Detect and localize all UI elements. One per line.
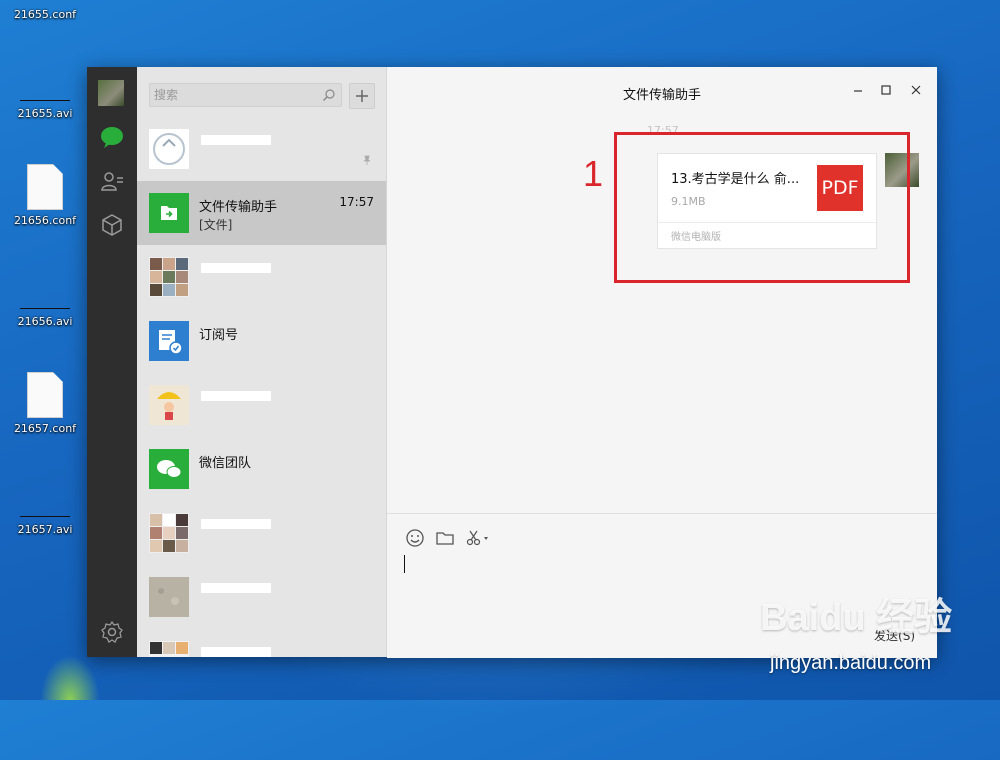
desktop-file-21655-avi[interactable]: 21655.avi [10, 100, 80, 120]
chat-name [199, 516, 271, 531]
chat-item[interactable] [137, 373, 386, 437]
chat-name [199, 132, 271, 147]
chat-avatar [149, 129, 189, 169]
nav-bar [87, 67, 137, 657]
settings-icon[interactable] [100, 620, 124, 644]
video-thumbnail-line [20, 516, 70, 517]
obscured-text [201, 390, 271, 401]
file-icon [27, 164, 63, 210]
chat-item[interactable] [137, 501, 386, 565]
chat-time: 17:57 [339, 195, 374, 209]
chat-icon[interactable] [100, 125, 124, 149]
chat-list-panel: 文件传输助手 [文件] 17:57 订阅号 [137, 67, 387, 657]
chat-last-message: [文件] [199, 218, 233, 232]
chat-name [199, 260, 271, 275]
chat-name [199, 580, 271, 595]
add-chat-button[interactable] [349, 83, 375, 109]
chat-name [199, 644, 271, 657]
avatar[interactable] [98, 80, 124, 106]
chat-item-subscriptions[interactable]: 订阅号 [137, 309, 386, 373]
search-input[interactable] [154, 86, 314, 104]
chat-item-file-transfer[interactable]: 文件传输助手 [文件] 17:57 [137, 181, 386, 245]
desktop-file-21656-avi[interactable]: 21656.avi [10, 308, 80, 328]
annotation-highlight-box [614, 132, 910, 283]
watermark-url: jingyan.baidu.com [770, 652, 932, 674]
desktop-wallpaper-leaf [40, 655, 100, 700]
wechat-window: 文件传输助手 [文件] 17:57 订阅号 [87, 67, 937, 658]
minimize-icon[interactable] [852, 84, 864, 96]
folder-icon[interactable] [435, 528, 455, 548]
emoji-icon[interactable] [405, 528, 425, 548]
wechat-team-avatar-icon [149, 449, 189, 489]
stone-avatar [149, 577, 189, 617]
search-icon[interactable] [322, 88, 336, 102]
obscured-text [201, 134, 271, 145]
conversation-panel: 文件传输助手 17:57 13.考古学是什么 俞... 9.1MB PDF 微信… [387, 67, 937, 658]
plus-icon [356, 90, 368, 102]
desktop-file-21657-avi[interactable]: 21657.avi [10, 516, 80, 536]
desktop-file-label: 21655.avi [17, 107, 73, 120]
watermark-logo: Baidu 经验 [760, 597, 953, 639]
pin-icon [363, 155, 371, 165]
text-caret [404, 555, 405, 573]
desktop-file-21655-conf[interactable]: 21655.conf [10, 8, 80, 21]
chat-item-wechat-team[interactable]: 微信团队 [137, 437, 386, 501]
desktop-file-21656-conf[interactable]: 21656.conf [10, 164, 80, 227]
chat-name [199, 388, 271, 403]
file-icon [27, 372, 63, 418]
group-avatar [149, 513, 189, 553]
desktop-file-label: 21657.conf [13, 422, 77, 435]
chat-name: 微信团队 [199, 456, 252, 471]
obscured-text [201, 262, 271, 273]
chat-item[interactable] [137, 629, 386, 657]
file-transfer-avatar-icon [149, 193, 189, 233]
group-avatar [149, 257, 189, 297]
annotation-number: 1 [583, 153, 604, 194]
chat-item[interactable] [137, 565, 386, 629]
chat-name: 订阅号 [199, 328, 239, 343]
box-icon[interactable] [100, 213, 124, 237]
desktop-file-label: 21656.avi [17, 315, 73, 328]
contacts-icon[interactable] [100, 169, 124, 193]
obscured-text [201, 646, 271, 657]
obscured-text [201, 518, 271, 529]
obscured-text [201, 582, 271, 593]
group-avatar [149, 641, 189, 657]
maximize-icon[interactable] [880, 84, 892, 96]
desktop-file-label: 21657.avi [17, 523, 73, 536]
desktop-file-21657-conf[interactable]: 21657.conf [10, 372, 80, 435]
desktop-file-label: 21655.conf [13, 8, 77, 21]
subscriptions-avatar-icon [149, 321, 189, 361]
video-thumbnail-line [20, 308, 70, 309]
close-icon[interactable] [910, 84, 922, 96]
chat-name: 文件传输助手 [199, 200, 278, 215]
chat-item[interactable] [137, 117, 386, 181]
video-thumbnail-line [20, 100, 70, 101]
chat-item[interactable] [137, 245, 386, 309]
umbrella-avatar [149, 385, 189, 425]
scissors-icon[interactable] [465, 528, 491, 548]
desktop-file-label: 21656.conf [13, 214, 77, 227]
search-box[interactable] [149, 83, 342, 107]
